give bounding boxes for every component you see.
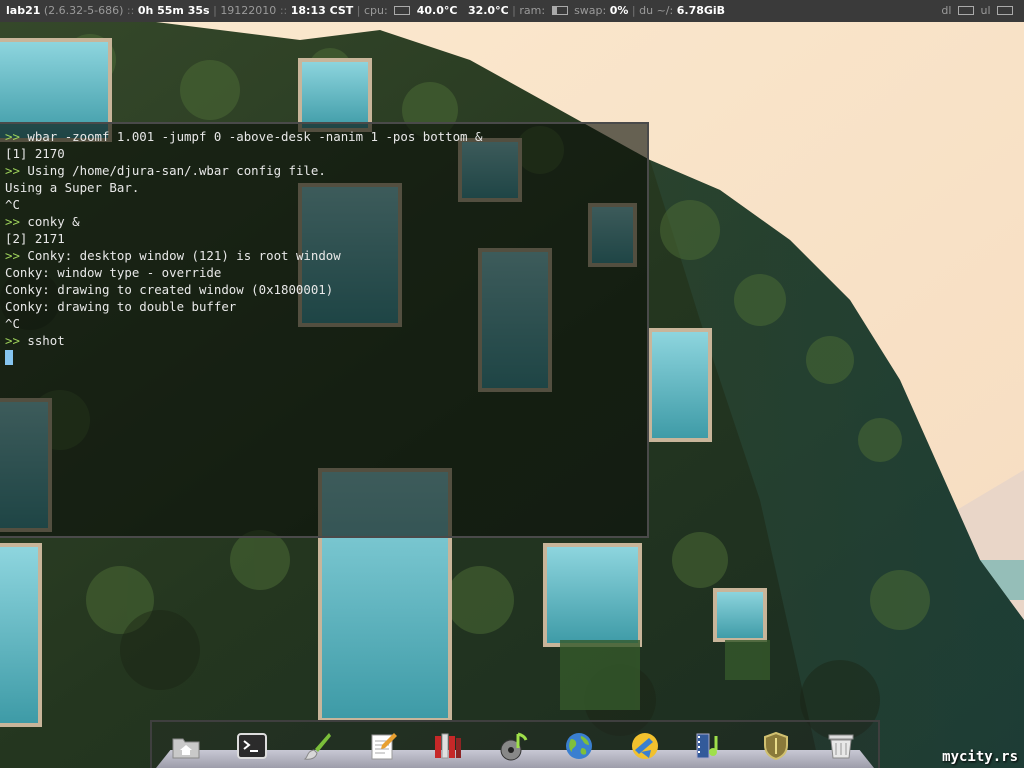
terminal-line-text: Conky: desktop window (121) is root wind… <box>27 248 341 263</box>
hostname: lab21 <box>6 4 41 17</box>
separator: | <box>356 4 361 17</box>
terminal-line-text: [1] 2170 <box>5 146 65 161</box>
terminal-line-text: Conky: drawing to double buffer <box>5 299 237 314</box>
separator: | <box>512 4 516 17</box>
terminal-line: Conky: drawing to created window (0x1800… <box>5 281 482 298</box>
separator: | <box>631 4 636 17</box>
cpu-temperature: 40.0°C <box>416 4 458 17</box>
download-label: dl <box>941 4 952 17</box>
watermark: mycity.rs <box>942 749 1018 765</box>
terminal-line-text: Conky: drawing to created window (0x1800… <box>5 282 334 297</box>
terminal-line: >> Conky: desktop window (121) is root w… <box>5 247 482 264</box>
terminal-line-text: Conky: window type - override <box>5 265 222 280</box>
conky-status-bar: lab21 (2.6.32-5-686) :: 0h 55m 35s | 191… <box>0 0 1024 22</box>
music-player-icon[interactable] <box>498 730 530 762</box>
terminal-cursor-line[interactable] <box>5 349 482 366</box>
uptime: 0h 55m 35s <box>137 4 210 17</box>
date: 19122010 <box>220 4 277 17</box>
terminal-line-text: sshot <box>27 333 65 348</box>
home-folder-icon[interactable] <box>170 730 202 762</box>
terminal-line-text: conky & <box>27 214 80 229</box>
terminal-line: ^C <box>5 196 482 213</box>
cpu-usage-gauge <box>394 6 411 15</box>
terminal-line-text: Using a Super Bar. <box>5 180 140 195</box>
upload-graph <box>997 6 1013 15</box>
terminal-line-text: ^C <box>5 316 20 331</box>
clock-time: 18:13 CST <box>290 4 354 17</box>
terminal-output: >> wbar -zoomf 1.001 -jumpf 0 -above-des… <box>5 128 482 366</box>
trash-icon[interactable] <box>825 730 857 762</box>
terminal-line-text: [2] 2171 <box>5 231 65 246</box>
network-graphs: dl ul <box>941 0 1016 22</box>
wbar-dock <box>150 720 880 768</box>
disk-usage-label: du ~/: <box>639 4 674 17</box>
security-shield-icon[interactable] <box>760 730 792 762</box>
terminal-line: Conky: drawing to double buffer <box>5 298 482 315</box>
terminal-line-text: Using /home/djura-san/.wbar config file. <box>27 163 326 178</box>
terminal-line: Using a Super Bar. <box>5 179 482 196</box>
swap-label: swap: <box>574 4 607 17</box>
kernel-version: (2.6.32-5-686) <box>43 4 124 17</box>
terminal-line: >> wbar -zoomf 1.001 -jumpf 0 -above-des… <box>5 128 482 145</box>
video-player-icon[interactable] <box>694 730 726 762</box>
ftp-client-icon[interactable] <box>629 730 661 762</box>
separator: | <box>213 4 217 17</box>
terminal-line-text: ^C <box>5 197 20 212</box>
shell-prompt: >> <box>5 333 20 348</box>
terminal-icon[interactable] <box>236 730 268 762</box>
terminal-line: >> sshot <box>5 332 482 349</box>
download-graph <box>957 6 974 15</box>
secondary-temperature: 32.0°C <box>467 4 509 17</box>
separator: :: <box>126 4 135 17</box>
books-icon[interactable] <box>432 730 464 762</box>
text-editor-icon[interactable] <box>367 730 399 762</box>
cpu-label: cpu: <box>364 4 388 17</box>
shell-prompt: >> <box>5 214 20 229</box>
terminal-line: ^C <box>5 315 482 332</box>
ram-label: ram: <box>519 4 546 17</box>
ram-usage-gauge <box>551 6 568 15</box>
shell-prompt: >> <box>5 163 20 178</box>
text-cursor <box>5 350 13 365</box>
shell-prompt: >> <box>5 129 20 144</box>
terminal-line: [2] 2171 <box>5 230 482 247</box>
upload-label: ul <box>980 4 991 17</box>
web-browser-globe-icon[interactable] <box>563 730 595 762</box>
disk-usage-value: 6.78GiB <box>676 4 726 17</box>
terminal-line-text: wbar -zoomf 1.001 -jumpf 0 -above-desk -… <box>27 129 483 144</box>
terminal-line: Conky: window type - override <box>5 264 482 281</box>
separator: :: <box>279 4 288 17</box>
paint-brush-icon[interactable] <box>301 730 333 762</box>
terminal-line: [1] 2170 <box>5 145 482 162</box>
terminal-window[interactable]: >> wbar -zoomf 1.001 -jumpf 0 -above-des… <box>0 122 649 538</box>
terminal-line: >> Using /home/djura-san/.wbar config fi… <box>5 162 482 179</box>
terminal-line: >> conky & <box>5 213 482 230</box>
swap-usage: 0% <box>609 4 629 17</box>
shell-prompt: >> <box>5 248 20 263</box>
dock-icons <box>152 730 878 766</box>
